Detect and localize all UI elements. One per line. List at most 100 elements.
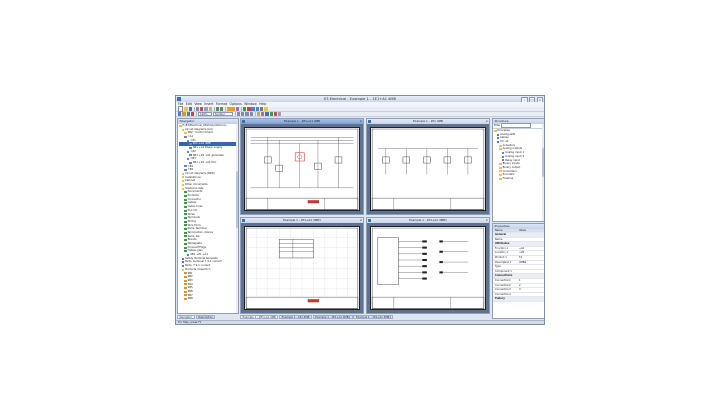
property-name: Connection2 — [495, 283, 511, 287]
folder-icon — [181, 172, 185, 175]
property-value — [519, 270, 544, 274]
header-name: Name — [495, 228, 503, 232]
folder-icon — [181, 180, 185, 183]
tab-description[interactable]: Description — [195, 314, 216, 319]
tree-item-label: SB1 +Z2 +A1 generator — [192, 153, 225, 157]
sheet-icon — [186, 139, 190, 142]
item-icon — [184, 231, 187, 234]
scope-combo[interactable]: Symbol — [212, 112, 233, 116]
structure-scrollbar[interactable] — [541, 123, 544, 221]
document-window-3[interactable]: Example 1 - 1E1+A1 4MB1 × — [240, 217, 364, 314]
text-icon[interactable] — [249, 112, 253, 116]
group-icon[interactable] — [265, 112, 269, 116]
property-name: General — [495, 233, 506, 237]
copy-icon[interactable] — [204, 107, 208, 111]
mirror-icon[interactable] — [273, 112, 278, 116]
doc-tab-2[interactable]: Example 1 - 1E1 4MB — [279, 314, 312, 319]
zoom-in-icon[interactable] — [227, 107, 231, 111]
select-icon[interactable] — [178, 112, 182, 116]
item-icon — [184, 220, 187, 223]
item-icon — [184, 294, 187, 297]
sheet-icon — [184, 165, 187, 168]
document-window-4[interactable]: Example 1 - 1E1+A1 4MB1 × — [366, 217, 490, 314]
doc-tab-3[interactable]: Example 1 - 1E1+A1 4MB1 — [312, 314, 353, 319]
rotate-icon[interactable] — [278, 112, 282, 116]
application-window: E3 Electrical - Example 1 - 1E1+A1 4MB –… — [175, 95, 545, 325]
filter-input[interactable] — [501, 123, 532, 128]
paste-icon[interactable] — [208, 107, 212, 111]
item-icon — [184, 194, 187, 197]
new-icon[interactable] — [178, 106, 184, 112]
item-icon — [184, 250, 187, 253]
folder-icon — [499, 144, 502, 147]
schematic-sheet[interactable] — [244, 225, 360, 310]
circle-icon[interactable] — [245, 112, 249, 116]
folder-icon — [181, 187, 185, 190]
zoom-out-icon[interactable] — [231, 107, 235, 111]
undo-icon[interactable] — [215, 107, 220, 111]
cut-icon[interactable] — [200, 107, 204, 111]
folder-icon — [494, 129, 497, 132]
item-icon — [184, 239, 187, 242]
navigator-tree: E:\E3\Electrical_05\ProductsDocs\... Circ… — [178, 124, 238, 302]
item-icon — [184, 217, 187, 220]
align-icon[interactable] — [260, 112, 265, 116]
properties-table: Name Value General Name Attributes Function… — [493, 228, 544, 302]
schematic-sheet[interactable] — [370, 225, 486, 310]
symbol-icon[interactable] — [186, 112, 190, 116]
property-value — [519, 293, 544, 297]
save-icon[interactable] — [188, 107, 192, 111]
schematic-sheet[interactable] — [244, 126, 360, 211]
open-icon[interactable] — [184, 107, 188, 111]
item-icon — [184, 298, 187, 301]
properties-icon[interactable] — [260, 107, 264, 111]
property-group[interactable]: Pollery — [493, 297, 544, 302]
redo-icon[interactable] — [220, 107, 224, 111]
sheet-icon — [501, 155, 505, 158]
check-icon[interactable] — [242, 107, 247, 111]
property-value: T4 — [519, 256, 523, 260]
cable-icon[interactable] — [190, 112, 195, 116]
zoom-combo[interactable]: 100% — [198, 112, 212, 116]
wire-icon[interactable] — [182, 112, 186, 116]
tab-navigator[interactable]: Navigator — [177, 314, 195, 319]
snap-icon[interactable] — [255, 107, 260, 111]
tree-item[interactable]: Flowline — [494, 177, 544, 181]
structure-panel: Structure Filter Principles AnalogueIN Cab… — [492, 118, 544, 222]
document-title: Example 1 - 1E1+A1 4MB — [284, 119, 320, 123]
item-icon — [496, 140, 500, 143]
delete-icon[interactable] — [247, 107, 251, 111]
tree-item-label: SB8 — [187, 297, 193, 301]
print-icon[interactable] — [195, 107, 200, 111]
document-window-1[interactable]: Example 1 - 1E1+A1 4MB × — [240, 118, 364, 215]
arrow-icon[interactable] — [256, 112, 261, 116]
property-value — [519, 233, 544, 237]
line-icon[interactable] — [236, 112, 241, 116]
property-value — [519, 242, 544, 246]
tree-item[interactable]: SB8 — [179, 297, 238, 301]
settings-icon[interactable] — [264, 107, 268, 111]
navigator-scrollbar[interactable] — [235, 123, 238, 313]
plc-diagram — [371, 227, 485, 309]
grid-icon[interactable] — [251, 107, 255, 111]
item-icon — [184, 209, 187, 212]
tree-item-label: Flowline — [502, 176, 514, 180]
property-name: Name — [495, 237, 503, 241]
sheet-icon — [189, 143, 192, 146]
rectangle-icon[interactable] — [240, 112, 245, 116]
item-icon — [184, 198, 187, 201]
doc-tab-4[interactable]: Example 1 - 1E1+A1 4MB1 — [353, 314, 394, 319]
folder-icon — [181, 128, 185, 131]
doc-tab-1[interactable]: Example 1 - 1E1+A1 4MB — [240, 314, 279, 319]
item-icon — [184, 283, 187, 286]
item-icon — [181, 264, 185, 267]
item-icon — [184, 191, 187, 194]
document-window-2[interactable]: Example 1 - 1E1 4MB × — [366, 118, 490, 215]
header-value: Value — [519, 228, 526, 232]
ungroup-icon[interactable] — [269, 112, 273, 116]
circuit-diagram — [245, 128, 359, 210]
item-icon — [184, 279, 187, 282]
sheet-icon — [184, 135, 187, 138]
schematic-sheet[interactable] — [370, 126, 486, 211]
fit-icon[interactable] — [235, 107, 240, 111]
